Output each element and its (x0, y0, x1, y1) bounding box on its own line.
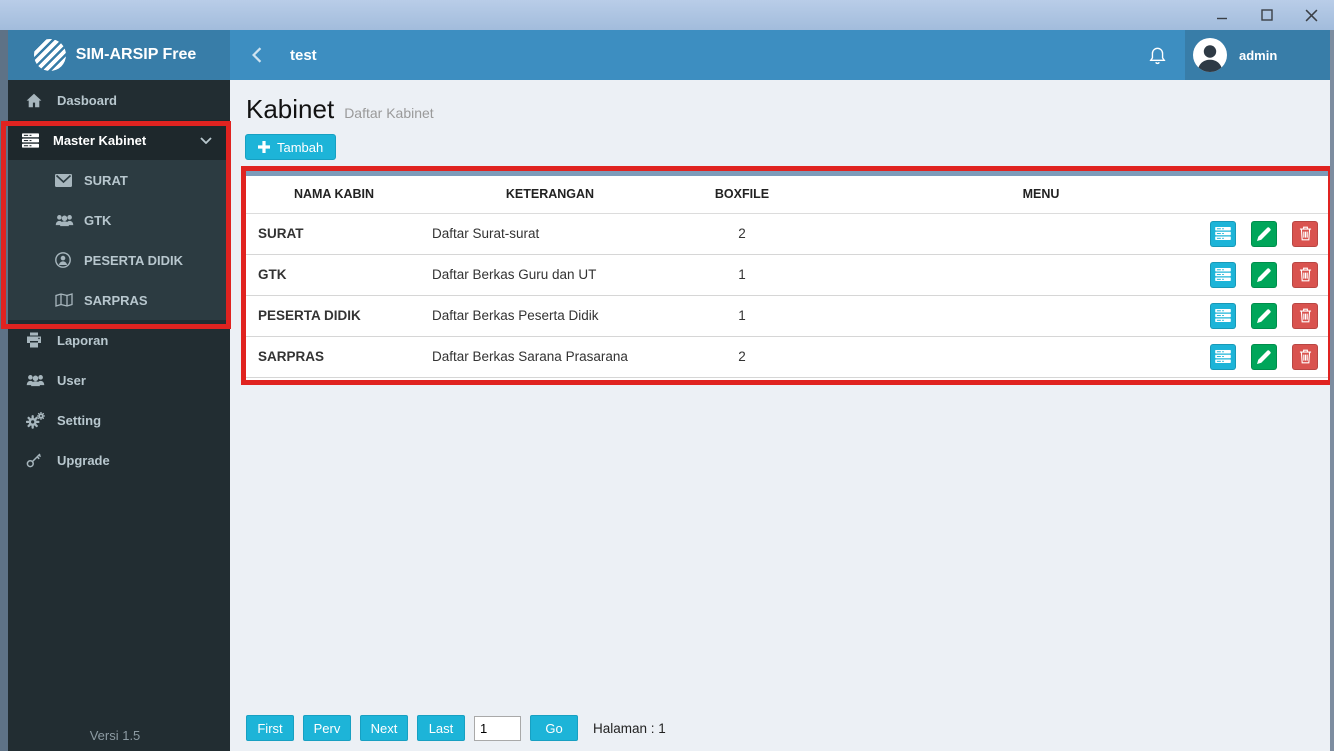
sidebar-item-label: Upgrade (57, 453, 110, 468)
sidebar-item-user[interactable]: User (0, 360, 230, 400)
prev-page-button[interactable]: Perv (303, 715, 351, 741)
window-frame-right (1330, 30, 1334, 751)
users-icon (26, 373, 46, 387)
cell-keterangan: Daftar Surat-surat (422, 213, 678, 254)
sidebar-item-setting[interactable]: Setting (0, 400, 230, 440)
minimize-icon[interactable] (1199, 1, 1244, 29)
brand-area[interactable]: SIM-ARSIP Free (0, 30, 230, 80)
sidebar-item-label: Dasboard (57, 93, 117, 108)
sidebar-item-label: Master Kabinet (53, 133, 146, 148)
sidebar-item-label: GTK (84, 213, 111, 228)
table-row: SARPRAS Daftar Berkas Sarana Prasarana 2 (246, 336, 1328, 377)
cell-nama: SARPRAS (246, 336, 422, 377)
bell-icon[interactable] (1129, 30, 1185, 80)
edit-button[interactable] (1251, 262, 1277, 288)
chevron-down-icon (200, 137, 212, 144)
table-row: SURAT Daftar Surat-surat 2 (246, 213, 1328, 254)
next-page-button[interactable]: Next (360, 715, 408, 741)
edit-button[interactable] (1251, 303, 1277, 329)
delete-button[interactable] (1292, 262, 1318, 288)
master-kabinet-submenu: SURAT GTK PESERTA DIDIK SARPRAS (0, 160, 230, 320)
col-header-boxfile: BOXFILE (678, 176, 806, 213)
last-page-button[interactable]: Last (417, 715, 465, 741)
person-circle-icon (55, 252, 75, 268)
detail-button[interactable] (1210, 262, 1236, 288)
page-status-label: Halaman : 1 (593, 721, 666, 736)
cell-boxfile: 1 (678, 254, 806, 295)
sidebar-item-master-kabinet[interactable]: Master Kabinet (0, 120, 230, 160)
kabinet-table: NAMA KABIN KETERANGAN BOXFILE MENU SURAT… (246, 176, 1328, 378)
users-icon (55, 213, 75, 227)
delete-button[interactable] (1292, 303, 1318, 329)
cell-boxfile: 1 (678, 295, 806, 336)
delete-button[interactable] (1292, 344, 1318, 370)
sidebar-item-surat[interactable]: SURAT (0, 160, 230, 200)
page-title: Kabinet (246, 94, 334, 125)
add-button-label: Tambah (277, 140, 323, 155)
home-icon (26, 93, 46, 108)
envelope-icon (55, 174, 75, 187)
striped-circle-logo (34, 39, 66, 71)
col-header-menu: MENU (806, 176, 1328, 213)
edit-button[interactable] (1251, 344, 1277, 370)
annotation-box-table: NAMA KABIN KETERANGAN BOXFILE MENU SURAT… (241, 166, 1333, 385)
gears-icon (26, 412, 46, 429)
breadcrumb: test (290, 47, 317, 64)
sidebar-item-upgrade[interactable]: Upgrade (0, 440, 230, 480)
table-header-row: NAMA KABIN KETERANGAN BOXFILE MENU (246, 176, 1328, 213)
cell-boxfile: 2 (678, 213, 806, 254)
detail-button[interactable] (1210, 344, 1236, 370)
cell-boxfile: 2 (678, 336, 806, 377)
col-header-nama: NAMA KABIN (246, 176, 422, 213)
cell-nama: PESERTA DIDIK (246, 295, 422, 336)
sidebar-item-laporan[interactable]: Laporan (0, 320, 230, 360)
page-subtitle: Daftar Kabinet (344, 105, 434, 121)
page-number-input[interactable] (474, 716, 521, 741)
window-frame-left (0, 30, 8, 751)
edit-button[interactable] (1251, 221, 1277, 247)
sidebar-item-label: Laporan (57, 333, 108, 348)
col-header-keterangan: KETERANGAN (422, 176, 678, 213)
table-row: GTK Daftar Berkas Guru dan UT 1 (246, 254, 1328, 295)
map-icon (55, 293, 75, 307)
top-navbar: test admin (230, 30, 1334, 80)
close-icon[interactable] (1289, 1, 1334, 29)
cell-keterangan: Daftar Berkas Guru dan UT (422, 254, 678, 295)
detail-button[interactable] (1210, 303, 1236, 329)
user-menu[interactable]: admin (1185, 30, 1334, 80)
sidebar-item-dasboard[interactable]: Dasboard (0, 80, 230, 120)
sidebar-item-gtk[interactable]: GTK (0, 200, 230, 240)
sidebar-item-label: User (57, 373, 86, 388)
sidebar-item-label: SURAT (84, 173, 128, 188)
brand-name: SIM-ARSIP Free (76, 46, 197, 64)
delete-button[interactable] (1292, 221, 1318, 247)
cell-nama: GTK (246, 254, 422, 295)
window-titlebar (0, 0, 1334, 30)
sidebar-item-sarpras[interactable]: SARPRAS (0, 280, 230, 320)
table-row: PESERTA DIDIK Daftar Berkas Peserta Didi… (246, 295, 1328, 336)
username-label: admin (1239, 48, 1277, 63)
avatar (1193, 38, 1227, 72)
first-page-button[interactable]: First (246, 715, 294, 741)
sidebar-item-peserta-didik[interactable]: PESERTA DIDIK (0, 240, 230, 280)
key-icon (26, 452, 46, 468)
go-button[interactable]: Go (530, 715, 578, 741)
printer-icon (26, 332, 46, 348)
server-icon (22, 133, 42, 148)
plus-icon (258, 141, 270, 153)
pagination: First Perv Next Last Go Halaman : 1 (246, 715, 666, 741)
sidebar-item-label: SARPRAS (84, 293, 148, 308)
cell-keterangan: Daftar Berkas Peserta Didik (422, 295, 678, 336)
detail-button[interactable] (1210, 221, 1236, 247)
main-content: Kabinet Daftar Kabinet Tambah NAMA KABIN… (230, 80, 1334, 751)
app-version: Versi 1.5 (0, 728, 230, 743)
sidebar-item-label: Setting (57, 413, 101, 428)
maximize-icon[interactable] (1244, 1, 1289, 29)
add-button[interactable]: Tambah (245, 134, 336, 160)
cell-nama: SURAT (246, 213, 422, 254)
cell-keterangan: Daftar Berkas Sarana Prasarana (422, 336, 678, 377)
chevron-left-icon[interactable] (252, 47, 262, 63)
sidebar: Dasboard Master Kabinet SURAT (0, 80, 230, 751)
sidebar-item-label: PESERTA DIDIK (84, 253, 183, 268)
